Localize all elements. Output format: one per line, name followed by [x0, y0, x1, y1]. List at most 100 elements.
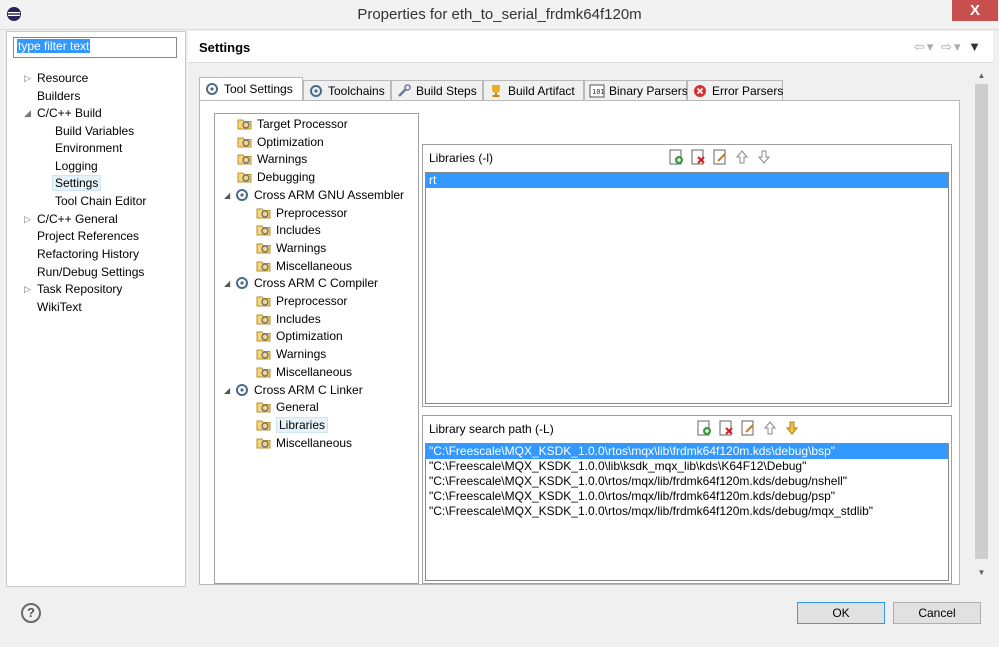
- nav-item[interactable]: Logging: [55, 158, 98, 175]
- nav-item[interactable]: Refactoring History: [37, 246, 139, 263]
- option-folder-icon: [237, 170, 253, 184]
- scroll-up-icon[interactable]: ▲: [973, 67, 990, 84]
- tool-tree-item[interactable]: Miscellaneous: [256, 435, 352, 452]
- filter-input[interactable]: type filter text: [13, 37, 177, 58]
- tool-tree-item[interactable]: Miscellaneous: [256, 364, 352, 381]
- add-icon[interactable]: [696, 420, 712, 436]
- title-bar: Properties for eth_to_serial_frdmk64f120…: [0, 0, 999, 30]
- forward-dropdown-icon[interactable]: ▾: [954, 39, 963, 54]
- tool-tree-item[interactable]: ◢ Cross ARM C Linker: [224, 382, 363, 399]
- list-item[interactable]: "C:\Freescale\MQX_KSDK_1.0.0\rtos\mqx\li…: [426, 444, 948, 459]
- tool-tree-item[interactable]: Optimization: [256, 328, 343, 345]
- tool-tree-item[interactable]: Warnings: [237, 151, 307, 168]
- tool-tree-label: Optimization: [276, 329, 343, 344]
- move-down-icon[interactable]: [756, 149, 772, 165]
- collapse-icon[interactable]: ◢: [224, 187, 234, 204]
- nav-item[interactable]: ▷ Resource: [24, 70, 88, 87]
- nav-item[interactable]: ◢ C/C++ Build: [24, 105, 102, 122]
- move-down-icon[interactable]: [784, 420, 800, 436]
- forward-arrow-icon[interactable]: ⇨: [941, 39, 954, 54]
- list-item[interactable]: "C:\Freescale\MQX_KSDK_1.0.0\rtos/mqx/li…: [426, 504, 948, 519]
- nav-item[interactable]: Settings: [52, 175, 102, 192]
- list-item[interactable]: rt: [426, 173, 948, 188]
- tool-tree-item[interactable]: General: [256, 399, 319, 416]
- close-button[interactable]: X: [952, 0, 998, 21]
- nav-item[interactable]: Project References: [37, 228, 139, 245]
- history-nav: ⇦▾ ⇨▾ ▼: [914, 39, 983, 55]
- ok-button[interactable]: OK: [797, 602, 885, 624]
- tab-error-parsers[interactable]: Error Parsers: [687, 80, 783, 100]
- nav-item-label: Logging: [55, 159, 98, 173]
- tool-icon: [234, 188, 250, 202]
- tool-tree-item[interactable]: Includes: [256, 311, 321, 328]
- tool-tree-item[interactable]: Target Processor: [237, 116, 348, 133]
- tab-build-steps[interactable]: Build Steps: [391, 80, 483, 100]
- delete-icon[interactable]: [690, 149, 706, 165]
- back-arrow-icon[interactable]: ⇦: [914, 39, 927, 54]
- tool-tree-item[interactable]: Preprocessor: [256, 293, 347, 310]
- tool-tree-item[interactable]: ◢ Cross ARM C Compiler: [224, 275, 378, 292]
- help-icon[interactable]: ?: [21, 603, 41, 623]
- tool-tree-label: Includes: [276, 311, 321, 326]
- collapse-icon[interactable]: ◢: [24, 109, 32, 118]
- expand-icon[interactable]: ▷: [24, 74, 32, 83]
- list-item[interactable]: "C:\Freescale\MQX_KSDK_1.0.0\lib\ksdk_mq…: [426, 459, 948, 474]
- tab-build-artifact[interactable]: Build Artifact: [483, 80, 584, 100]
- tool-tree-item[interactable]: Libraries: [256, 416, 329, 434]
- edit-icon[interactable]: [712, 149, 728, 165]
- nav-item[interactable]: Builders: [37, 88, 80, 105]
- tool-tree-item[interactable]: Miscellaneous: [256, 258, 352, 275]
- libraries-list[interactable]: rt: [425, 172, 949, 404]
- add-icon[interactable]: [668, 149, 684, 165]
- tool-tree-item[interactable]: Preprocessor: [256, 205, 347, 222]
- tab-label: Tool Settings: [224, 82, 293, 96]
- nav-item[interactable]: Run/Debug Settings: [37, 264, 144, 281]
- tool-tree-label: Miscellaneous: [276, 364, 353, 379]
- tool-tree-item[interactable]: Includes: [256, 222, 321, 239]
- nav-item[interactable]: ▷ C/C++ General: [24, 211, 118, 228]
- tool-tree-item[interactable]: ◢ Cross ARM GNU Assembler: [224, 187, 404, 204]
- tab-binary-parsers[interactable]: 101 Binary Parsers: [584, 80, 688, 100]
- list-item[interactable]: "C:\Freescale\MQX_KSDK_1.0.0\rtos/mqx/li…: [426, 474, 948, 489]
- nav-item[interactable]: Environment: [55, 140, 122, 157]
- edit-icon[interactable]: [740, 420, 756, 436]
- scroll-thumb[interactable]: [975, 84, 988, 559]
- nav-item[interactable]: WikiText: [37, 299, 82, 316]
- collapse-icon[interactable]: ◢: [224, 275, 234, 292]
- tab-tool-settings[interactable]: Tool Settings: [199, 77, 303, 101]
- tool-tree-item[interactable]: Debugging: [237, 169, 315, 186]
- option-folder-icon: [237, 135, 253, 149]
- move-up-icon[interactable]: [734, 149, 750, 165]
- property-page-tree: type filter text ▷ Resource Builders ◢ C/C++…: [6, 31, 186, 587]
- option-folder-icon: [256, 241, 272, 255]
- option-folder-icon: [256, 436, 272, 450]
- collapse-icon[interactable]: ◢: [224, 382, 234, 399]
- tab-toolchains[interactable]: Toolchains: [303, 80, 391, 100]
- error-icon: [692, 84, 708, 98]
- scroll-down-icon[interactable]: ▼: [973, 564, 990, 581]
- move-up-icon[interactable]: [762, 420, 778, 436]
- tool-tree-label: Target Processor: [257, 117, 348, 131]
- filter-placeholder: type filter text: [17, 39, 91, 53]
- library-search-path-list[interactable]: "C:\Freescale\MQX_KSDK_1.0.0\rtos\mqx\li…: [425, 443, 949, 581]
- nav-item[interactable]: ▷ Task Repository: [24, 281, 122, 298]
- nav-item-label: Build Variables: [55, 124, 135, 138]
- nav-item-label: Environment: [55, 141, 123, 155]
- delete-icon[interactable]: [718, 420, 734, 436]
- libraries-toolbar: [668, 149, 778, 167]
- tool-tree-item[interactable]: Warnings: [256, 346, 326, 363]
- wrench-icon: [396, 84, 412, 98]
- expand-icon[interactable]: ▷: [24, 285, 32, 294]
- list-item[interactable]: "C:\Freescale\MQX_KSDK_1.0.0\rtos/mqx/li…: [426, 489, 948, 504]
- library-search-path-panel: Library search path (-L) "C:\Freescale\M…: [422, 415, 952, 584]
- expand-icon[interactable]: ▷: [24, 215, 32, 224]
- nav-item[interactable]: Build Variables: [55, 123, 134, 140]
- cancel-button[interactable]: Cancel: [893, 602, 981, 624]
- libraries-panel: Libraries (-l) rt: [422, 144, 952, 407]
- tool-tree-item[interactable]: Warnings: [256, 240, 326, 257]
- vertical-scrollbar[interactable]: ▲ ▼: [973, 67, 990, 581]
- back-dropdown-icon[interactable]: ▾: [927, 39, 936, 54]
- view-menu-icon[interactable]: ▼: [968, 39, 983, 54]
- nav-item[interactable]: Tool Chain Editor: [55, 193, 146, 210]
- tool-tree-item[interactable]: Optimization: [237, 134, 324, 151]
